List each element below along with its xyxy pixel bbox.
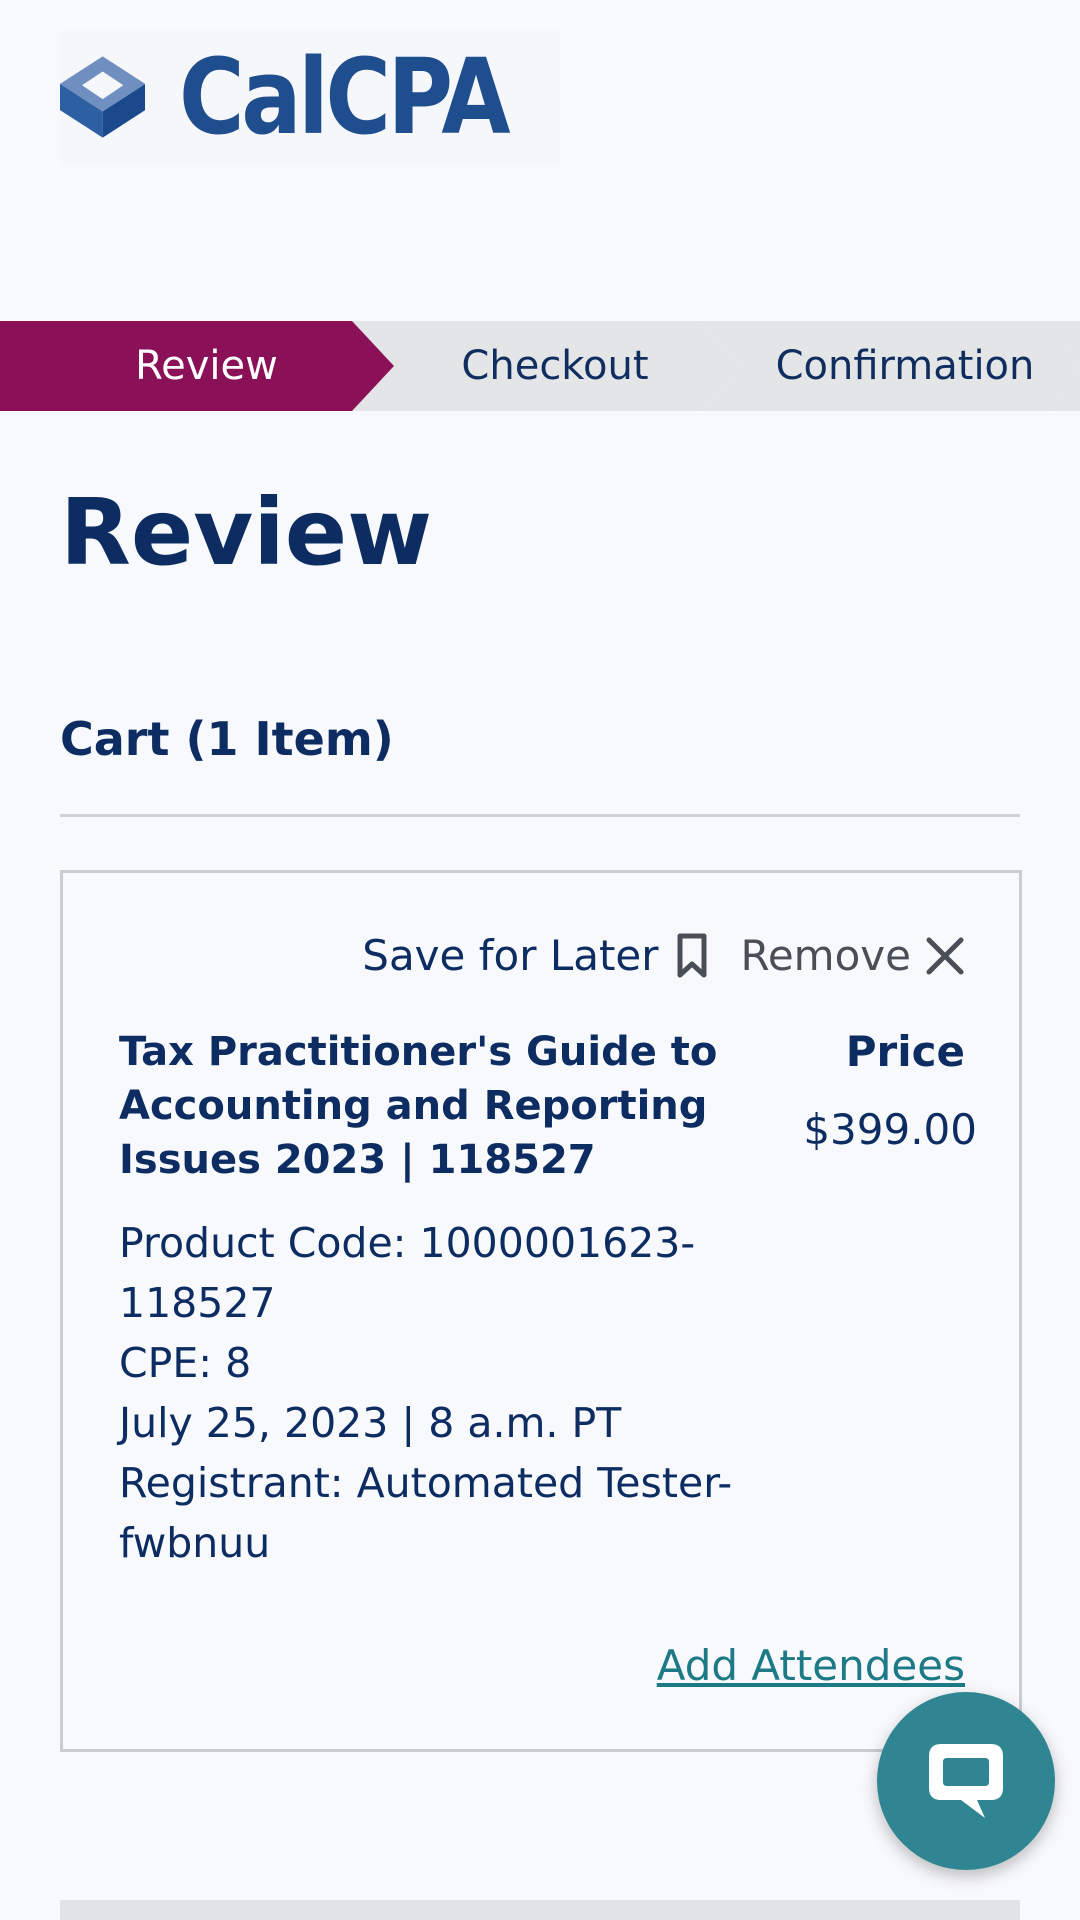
review-page: CalCPA Review Checkout Confirmation Revi…: [0, 0, 1080, 1920]
divider: [60, 814, 1020, 817]
bookmark-icon: [677, 933, 707, 977]
cart-title: Cart (1 Item): [60, 712, 394, 766]
step-review: Review: [135, 343, 278, 389]
price-label: Price: [845, 1027, 965, 1076]
logo-text: CalCPA: [179, 36, 511, 158]
calcpa-cube-logo-icon: [60, 56, 146, 138]
step-checkout: Checkout: [461, 343, 649, 389]
product-title[interactable]: Tax Practitioner's Guide to Accounting a…: [119, 1025, 719, 1187]
chat-button[interactable]: [877, 1692, 1055, 1870]
calcpa-logo[interactable]: CalCPA: [60, 30, 561, 164]
remove-button[interactable]: Remove: [741, 931, 965, 980]
save-for-later-button[interactable]: Save for Later: [362, 931, 707, 980]
step-confirmation: Confirmation: [775, 343, 1035, 389]
page-title: Review: [60, 479, 433, 586]
footer-section: [60, 1900, 1020, 1920]
remove-label: Remove: [740, 931, 911, 980]
cpe-credits: CPE: 8: [119, 1339, 252, 1387]
price-value: $399.00: [803, 1105, 977, 1154]
checkout-progress: Review Checkout Confirmation: [0, 321, 1080, 411]
event-date: July 25, 2023 | 8 a.m. PT: [119, 1399, 622, 1447]
chat-bubble-icon: [929, 1744, 1003, 1818]
product-code: Product Code: 1000001623-118527: [119, 1219, 696, 1327]
registrant: Registrant: Automated Tester-fwbnuu: [119, 1459, 733, 1567]
cart-item-card: Save for Later Remove Tax Practitioner's…: [60, 870, 1022, 1752]
product-details: Product Code: 1000001623-118527 CPE: 8 J…: [119, 1213, 739, 1573]
close-icon: [926, 937, 964, 974]
add-attendees-link[interactable]: Add Attendees: [657, 1641, 965, 1690]
save-for-later-label: Save for Later: [362, 931, 659, 980]
cart-item-actions: Save for Later Remove: [362, 931, 965, 980]
